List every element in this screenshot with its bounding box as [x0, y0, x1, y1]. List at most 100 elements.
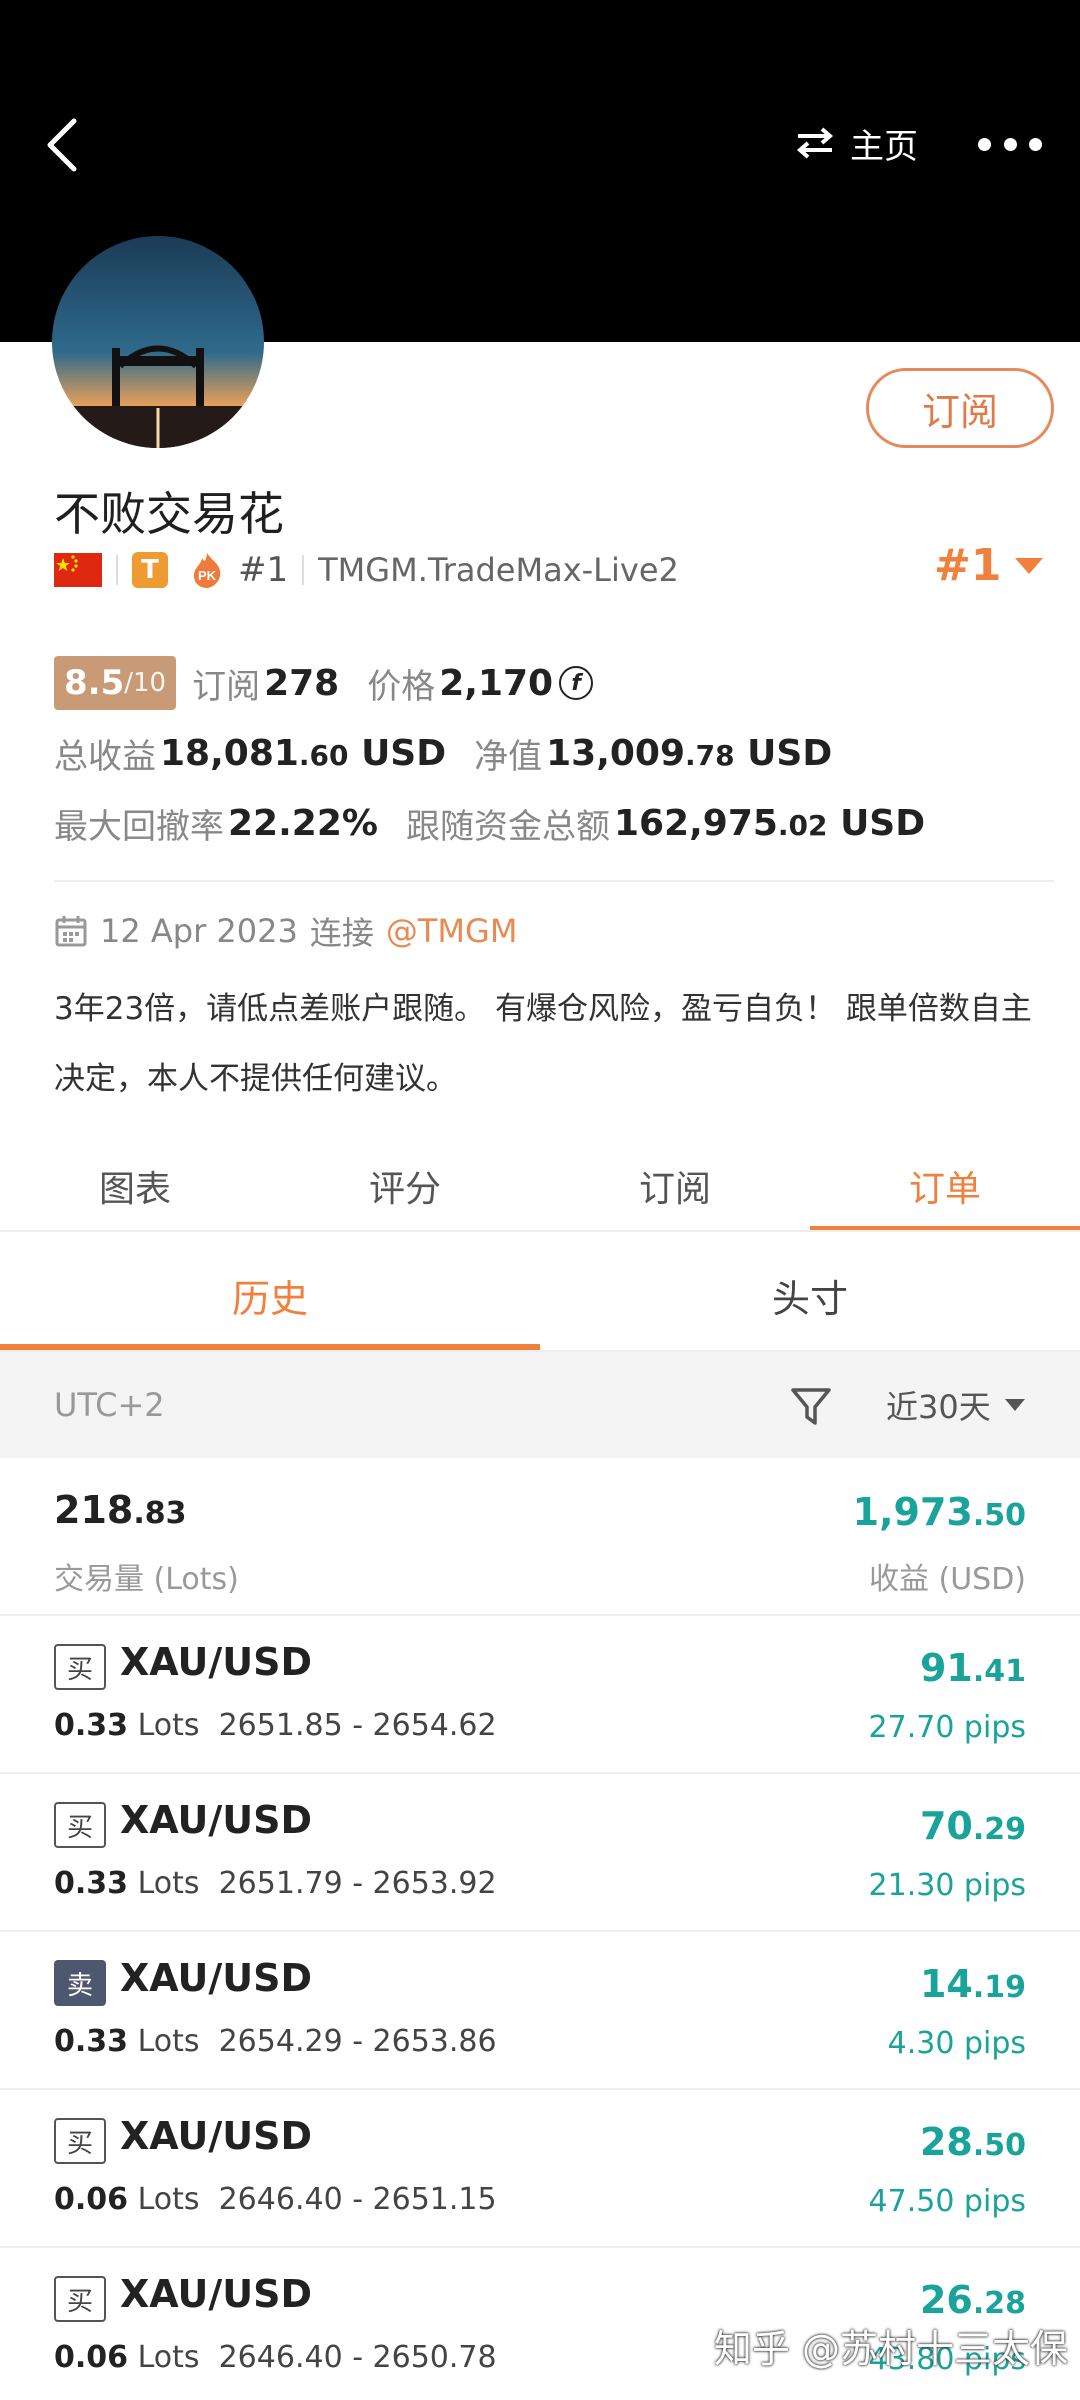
order-lots: 0.06: [54, 2340, 129, 2375]
chevron-left-icon: [47, 118, 77, 172]
rank-dropdown[interactable]: #1: [934, 540, 1044, 591]
equity-unit: USD: [734, 732, 833, 774]
avatar-image: [52, 236, 264, 448]
order-profit: 28.50: [920, 2120, 1026, 2164]
order-lots: 0.33: [54, 2024, 129, 2059]
order-subtabs: 历史 头寸: [0, 1240, 1080, 1350]
order-profit-int: 91: [919, 1646, 973, 1690]
server-name: TMGM.TradeMax-Live2: [318, 551, 679, 589]
more-dot-icon: [1003, 137, 1017, 151]
order-lots-unit: Lots: [137, 1708, 200, 1743]
equity-int: 13,009: [546, 732, 686, 774]
order-pips: 4.30 pips: [887, 2026, 1026, 2061]
order-profit-int: 70: [919, 1804, 973, 1848]
timezone-label: UTC+2: [54, 1386, 165, 1424]
subtab-history[interactable]: 历史: [0, 1240, 540, 1350]
order-price-range: 2646.40 - 2650.78: [218, 2340, 497, 2375]
trader-description: 3年23倍，请低点差账户跟随。 有爆仓风险，盈亏自负！ 跟单倍数自主决定，本人不…: [54, 991, 1032, 1097]
more-dot-icon: [978, 137, 991, 151]
buy-badge: 买: [54, 1802, 106, 1848]
follow-funds-unit: USD: [827, 802, 926, 844]
order-profit-dec: .29: [972, 1812, 1026, 1847]
order-lots-line: 0.33 Lots 2651.85 - 2654.62: [54, 1708, 497, 1743]
order-profit-int: 26: [919, 2278, 973, 2322]
order-list: 买 XAU/USD 0.33 Lots 2651.85 - 2654.62 91…: [0, 1616, 1080, 2400]
order-symbol: XAU/USD: [120, 2114, 313, 2158]
t-badge-icon: T: [132, 552, 168, 588]
trader-name: 不败交易花: [54, 487, 284, 541]
order-price-range: 2654.29 - 2653.86: [218, 2024, 497, 2059]
caret-down-icon: [1015, 557, 1044, 574]
divider: [54, 880, 1054, 882]
orders-profit-label: 收益 (USD): [868, 1562, 1026, 1597]
order-lots-line: 0.06 Lots 2646.40 - 2651.15: [54, 2182, 497, 2217]
total-profit-value: 18,081.60 USD: [160, 733, 446, 774]
connect-label: 连接: [309, 914, 374, 952]
switch-homepage-button[interactable]: 主页: [796, 118, 918, 168]
order-price-range: 2651.85 - 2654.62: [218, 1708, 497, 1743]
tab-chart[interactable]: 图表: [0, 1140, 270, 1232]
total-profit-unit: USD: [348, 732, 447, 774]
order-profit: 91.41: [920, 1646, 1026, 1690]
order-row[interactable]: 买 XAU/USD 0.33 Lots 2651.79 - 2653.92 70…: [0, 1774, 1080, 1932]
order-profit-int: 28: [919, 2120, 973, 2164]
avatar[interactable]: [52, 236, 264, 448]
tab-rating[interactable]: 评分: [270, 1140, 540, 1232]
order-row[interactable]: 买 XAU/USD 0.33 Lots 2651.85 - 2654.62 91…: [0, 1616, 1080, 1774]
equity-value: 13,009.78 USD: [546, 733, 832, 774]
score-value: 8.5: [64, 663, 125, 703]
rank-tag: #1: [238, 550, 289, 590]
more-dot-icon: [1029, 137, 1042, 151]
order-symbol: XAU/USD: [120, 1956, 313, 2000]
order-profit: 14.19: [920, 1962, 1026, 2006]
tab-orders[interactable]: 订单: [810, 1140, 1080, 1232]
filter-icon[interactable]: [790, 1386, 832, 1428]
order-profit: 26.28: [920, 2278, 1026, 2322]
equity-label: 净值: [474, 736, 543, 777]
order-pips: 27.70 pips: [868, 1710, 1026, 1745]
order-profit-dec: .28: [972, 2286, 1026, 2321]
score-denominator: /10: [124, 668, 167, 698]
switch-homepage-label: 主页: [850, 126, 918, 167]
back-button[interactable]: [44, 110, 94, 180]
order-profit-dec: .19: [972, 1970, 1026, 2005]
drawdown-value: 22.22%: [228, 802, 378, 844]
subtab-positions[interactable]: 头寸: [540, 1240, 1080, 1350]
calendar-icon: [55, 916, 87, 947]
divider: [0, 1230, 1080, 1232]
total-profit-dec: .60: [298, 738, 349, 772]
broker-link[interactable]: @TMGM: [386, 912, 518, 950]
order-symbol: XAU/USD: [120, 1798, 313, 1842]
filter-bar: UTC+2 近30天: [0, 1350, 1080, 1458]
order-price-range: 2646.40 - 2651.15: [218, 2182, 497, 2217]
order-lots: 0.06: [54, 2182, 129, 2217]
connection-info: 12 Apr 2023 连接 @TMGM: [54, 908, 517, 954]
order-pips: 47.50 pips: [868, 2184, 1026, 2219]
subscribe-button[interactable]: 订阅: [866, 368, 1054, 448]
order-symbol: XAU/USD: [120, 1640, 313, 1684]
order-lots-unit: Lots: [137, 1866, 200, 1901]
connect-date: 12 Apr 2023: [100, 912, 298, 950]
order-lots-unit: Lots: [137, 2024, 200, 2059]
period-dropdown[interactable]: 近30天: [886, 1382, 1025, 1428]
tab-subscriptions[interactable]: 订阅: [540, 1140, 810, 1232]
buy-badge: 买: [54, 2118, 106, 2164]
watermark: 知乎 @苏村十三太保: [713, 2327, 1068, 2371]
follow-funds-value: 162,975.02 USD: [614, 803, 925, 844]
total-profit-label: 总收益: [54, 736, 156, 777]
total-lots-int: 218: [54, 1488, 134, 1532]
order-symbol: XAU/USD: [120, 2272, 313, 2316]
pk-flame-icon: PK: [193, 553, 221, 588]
order-lots-line: 0.06 Lots 2646.40 - 2650.78: [54, 2340, 497, 2375]
total-orders-profit: 1,973.50: [853, 1490, 1026, 1534]
score-badge: 8.5/10: [54, 656, 177, 710]
order-lots-line: 0.33 Lots 2651.79 - 2653.92: [54, 1866, 497, 1901]
order-row[interactable]: 卖 XAU/USD 0.33 Lots 2654.29 - 2653.86 14…: [0, 1932, 1080, 2090]
order-lots-unit: Lots: [137, 2182, 200, 2217]
order-lots-unit: Lots: [137, 2340, 200, 2375]
total-lots-label: 交易量 (Lots): [54, 1562, 239, 1597]
more-options-button[interactable]: [978, 124, 1042, 164]
total-profit-int: 18,081: [160, 732, 299, 774]
order-pips: 21.30 pips: [868, 1868, 1026, 1903]
order-row[interactable]: 买 XAU/USD 0.06 Lots 2646.40 - 2651.15 28…: [0, 2090, 1080, 2248]
